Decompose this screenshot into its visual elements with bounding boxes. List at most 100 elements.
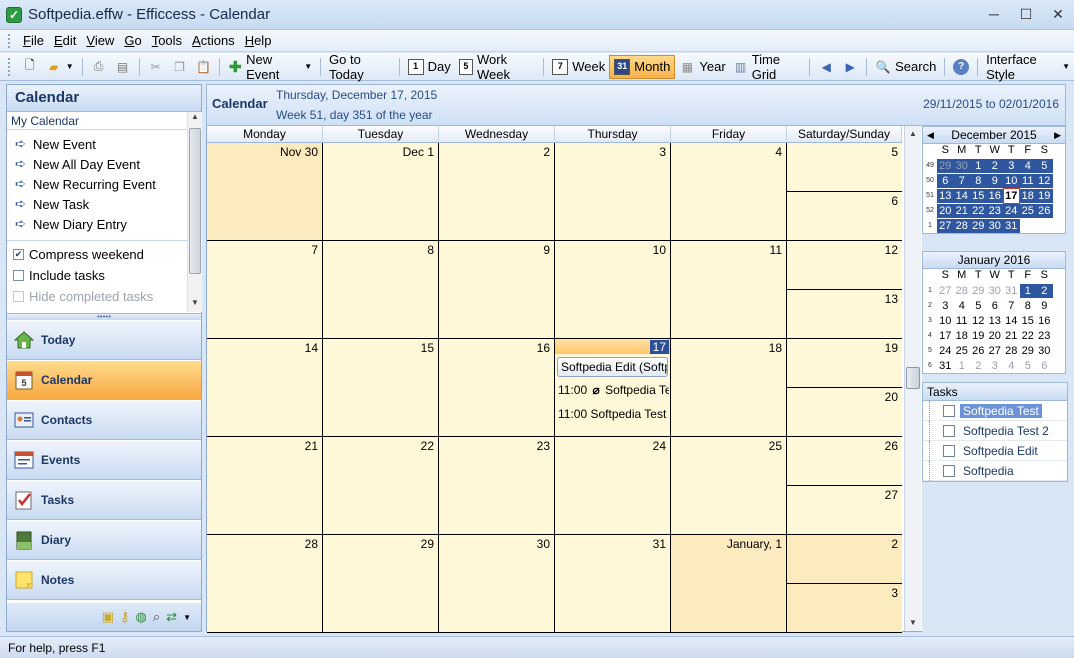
go-to-today-button[interactable]: Go to Today <box>325 52 395 82</box>
nav-events[interactable]: Events <box>7 441 201 480</box>
sunday-cell[interactable]: 3 <box>787 584 902 632</box>
day-cell[interactable]: 14 <box>207 339 323 436</box>
next-button[interactable]: ▶ <box>838 55 862 79</box>
task-checkbox[interactable] <box>943 444 955 457</box>
mini-day[interactable]: 18 <box>1019 188 1036 203</box>
menu-actions[interactable]: Actions <box>187 33 240 48</box>
day-cell[interactable]: 25 <box>671 437 787 534</box>
timed-event[interactable]: 11:00 Softpedia Test ( <box>558 407 669 421</box>
sync-icon[interactable]: ⇄ <box>166 609 177 625</box>
mini-day[interactable]: 30 <box>1036 344 1053 358</box>
saturday-cell[interactable]: 12 <box>787 241 902 290</box>
my-calendar-section[interactable]: My Calendar <box>7 112 201 130</box>
scroll-up-arrow[interactable]: ▲ <box>188 112 202 126</box>
day-cell[interactable]: 16 <box>439 339 555 436</box>
paste-button[interactable]: 📋 <box>191 55 215 79</box>
minimize-button[interactable]: ─ <box>978 0 1010 28</box>
close-button[interactable]: ✕ <box>1042 0 1074 28</box>
sunday-cell[interactable]: 20 <box>787 388 902 436</box>
maximize-button[interactable]: ☐ <box>1010 0 1042 28</box>
mini-day[interactable]: 13 <box>987 314 1004 328</box>
mini-day[interactable]: 6 <box>1036 359 1053 373</box>
mini-day[interactable]: 17 <box>1003 187 1020 204</box>
task-checkbox[interactable] <box>943 424 955 437</box>
mini-day[interactable]: 31 <box>1003 284 1020 298</box>
mini-day[interactable]: 27 <box>987 344 1004 358</box>
mini-day[interactable]: 15 <box>970 188 987 203</box>
task-item[interactable]: Softpedia Test 2 <box>923 420 1067 441</box>
mini-day[interactable]: 28 <box>1003 344 1020 358</box>
mini-day[interactable]: 13 <box>937 188 954 203</box>
mini-day[interactable]: 23 <box>986 203 1003 218</box>
new-event-button[interactable]: ✚ New Event ▼ <box>224 52 316 82</box>
day-cell[interactable]: Dec 1 <box>323 143 439 240</box>
configure-buttons-icon[interactable]: ▼ <box>183 613 191 622</box>
mini-day[interactable]: 20 <box>987 329 1004 343</box>
saturday-cell[interactable]: 26 <box>787 437 902 486</box>
menu-help[interactable]: Help <box>240 33 277 48</box>
scroll-thumb[interactable] <box>189 128 201 274</box>
open-button[interactable]: ▰ ▼ <box>42 55 78 79</box>
day-cell[interactable]: January, 1 <box>671 535 787 632</box>
saturday-cell[interactable]: 19 <box>787 339 902 388</box>
mini-day[interactable]: 22 <box>1020 329 1037 343</box>
menu-grip[interactable] <box>8 33 12 48</box>
mini-day[interactable]: 6 <box>987 299 1004 313</box>
mini-day[interactable]: 7 <box>953 173 970 188</box>
month-view-button[interactable]: 31 Month <box>609 54 676 79</box>
pane-splitter[interactable]: ••••• <box>7 313 201 321</box>
mini-day[interactable]: 17 <box>937 329 954 343</box>
mini-day[interactable]: 27 <box>937 218 954 233</box>
day-cell[interactable]: 29 <box>323 535 439 632</box>
print-button[interactable]: ⎙ <box>87 55 111 79</box>
mini-day[interactable]: 2 <box>1036 283 1053 298</box>
year-view-button[interactable]: ▦ Year <box>675 55 729 79</box>
mini-day[interactable]: 7 <box>1003 299 1020 313</box>
day-cell[interactable]: 24 <box>555 437 671 534</box>
day-cell[interactable]: 21 <box>207 437 323 534</box>
mini-day[interactable]: 15 <box>1020 314 1037 328</box>
mini-day[interactable]: 25 <box>954 344 971 358</box>
globe-icon[interactable]: ◍ <box>136 609 147 625</box>
work-week-view-button[interactable]: 5 Work Week <box>455 52 540 82</box>
scroll-down-arrow[interactable]: ▼ <box>188 298 202 312</box>
task-item[interactable]: Softpedia Edit <box>923 440 1067 461</box>
day-cell[interactable]: 28 <box>207 535 323 632</box>
mini-day[interactable]: 5 <box>970 299 987 313</box>
day-view-button[interactable]: 1 Day <box>404 55 455 79</box>
mini-day[interactable]: 22 <box>970 203 987 218</box>
mini-day[interactable]: 11 <box>1019 173 1036 188</box>
help-button[interactable]: ? <box>949 55 973 79</box>
mini-day[interactable]: 31 <box>1003 218 1020 233</box>
sunday-cell[interactable]: 13 <box>787 290 902 338</box>
menu-view[interactable]: View <box>81 33 119 48</box>
mini-day[interactable]: 3 <box>937 299 954 313</box>
mini-day[interactable]: 4 <box>1019 158 1036 173</box>
sunday-cell[interactable]: 27 <box>787 486 902 534</box>
mini-day[interactable]: 27 <box>937 284 954 298</box>
task-checkbox[interactable] <box>943 404 955 417</box>
mini-day[interactable]: 5 <box>1020 359 1037 373</box>
print-preview-button[interactable]: ▤ <box>111 55 135 79</box>
compress-weekend-checkbox[interactable]: ✔ Compress weekend <box>7 244 187 265</box>
key-icon[interactable]: ⚷ <box>120 609 130 625</box>
pane-scrollbar[interactable]: ▲ ▼ <box>187 112 202 312</box>
mini-day[interactable]: 16 <box>986 188 1003 203</box>
new-recurring-event-link[interactable]: ➪ New Recurring Event <box>7 174 201 194</box>
task-item[interactable]: Softpedia Test <box>923 400 1067 421</box>
mini-day[interactable]: 8 <box>1020 299 1037 313</box>
mini-day[interactable]: 24 <box>937 344 954 358</box>
day-cell[interactable]: 9 <box>439 241 555 338</box>
saturday-cell[interactable]: 5 <box>787 143 902 192</box>
copy-button[interactable]: ❐ <box>167 55 191 79</box>
search-button[interactable]: 🔍 Search <box>871 55 940 79</box>
nav-tasks[interactable]: Tasks <box>7 481 201 520</box>
day-cell[interactable]: 18 <box>671 339 787 436</box>
new-task-link[interactable]: ➪ New Task <box>7 194 201 214</box>
mini-day[interactable]: 14 <box>953 188 970 203</box>
day-cell[interactable]: 2 <box>439 143 555 240</box>
day-cell[interactable]: 3 <box>555 143 671 240</box>
mini-day[interactable]: 2 <box>986 158 1003 173</box>
mini-day[interactable]: 26 <box>1036 203 1053 218</box>
day-cell[interactable]: 22 <box>323 437 439 534</box>
